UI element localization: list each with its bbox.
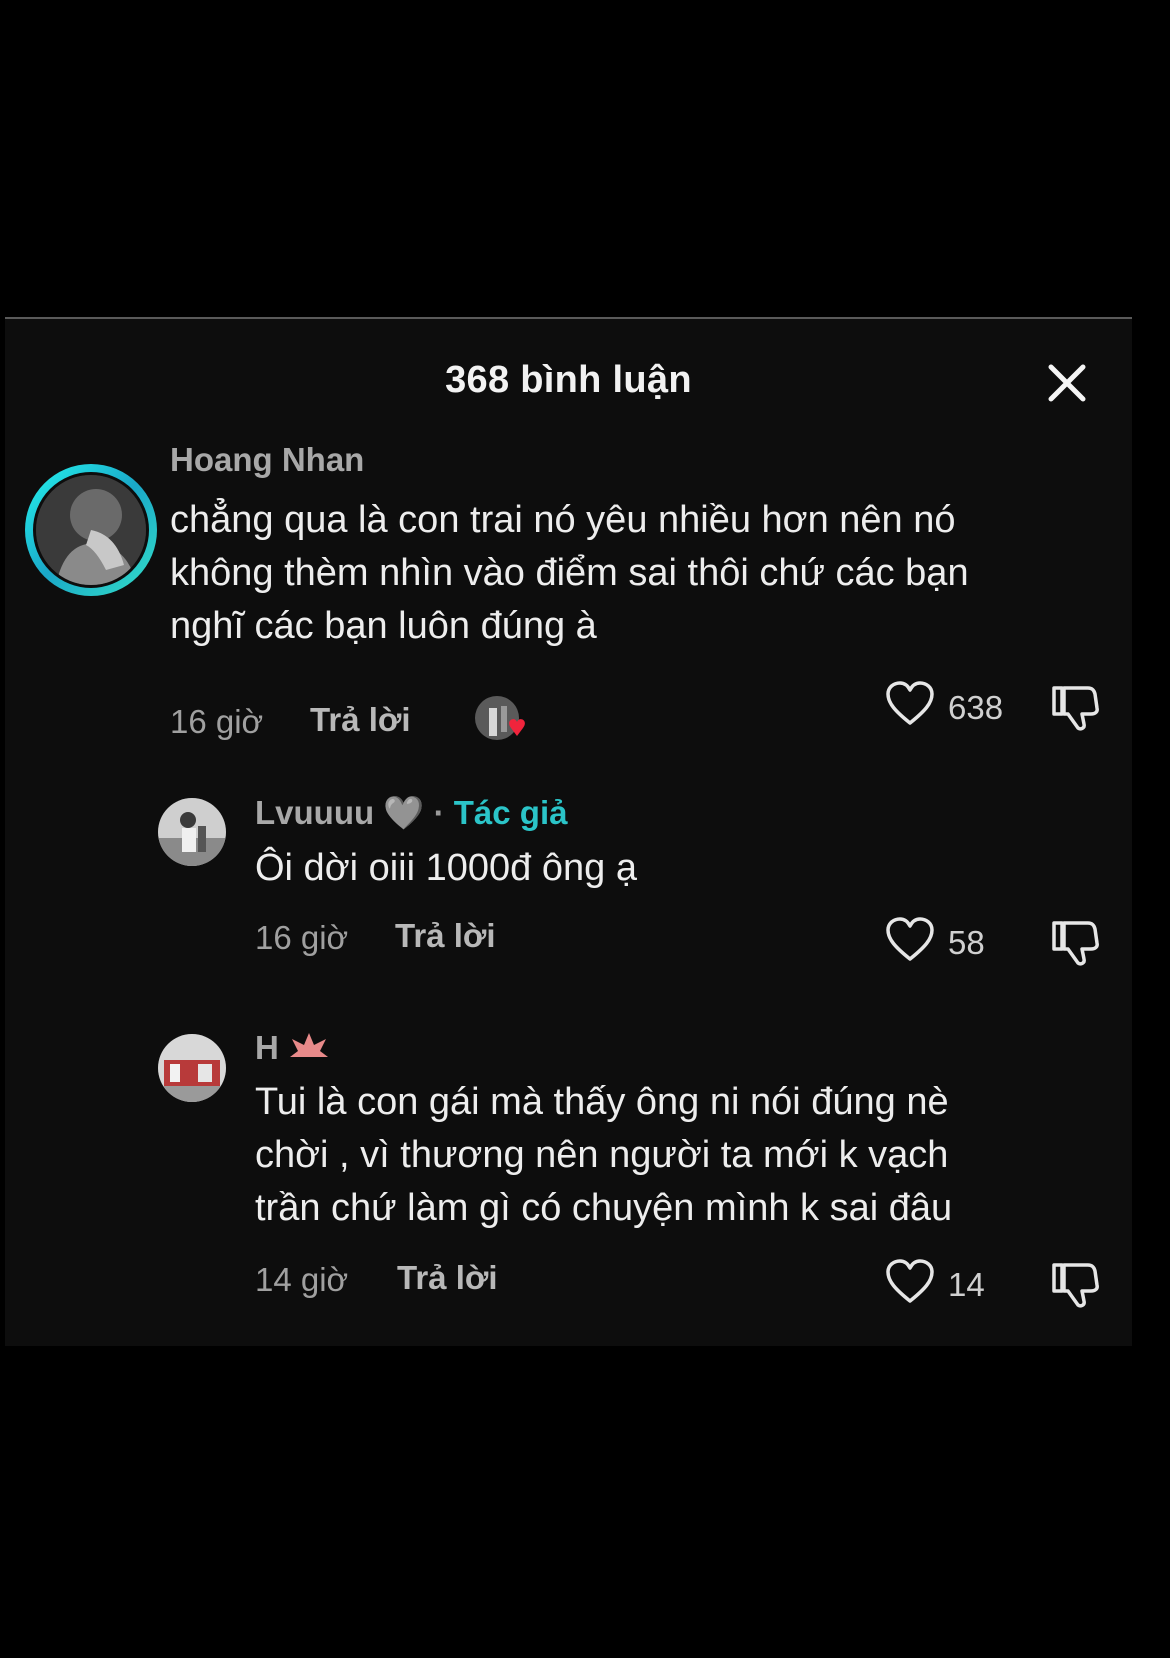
comment-time: 16 giờ bbox=[170, 703, 264, 740]
thumbs-down-icon bbox=[1052, 921, 1099, 966]
avatar[interactable] bbox=[33, 472, 149, 588]
thumbs-down-icon bbox=[1052, 1263, 1099, 1308]
reply-button[interactable]: Trả lời bbox=[395, 917, 496, 955]
reply-time: 16 giờ bbox=[255, 919, 349, 956]
like-count: 638 bbox=[948, 689, 1004, 726]
author-tag: Tác giả bbox=[453, 794, 568, 831]
reply-time: 14 giờ bbox=[255, 1261, 349, 1298]
reply-text: Tui là con gái mà thấy ông ni nói đúng n… bbox=[255, 1076, 952, 1235]
reply-text-line: chời , vì thương nên người ta mới k vạch bbox=[255, 1134, 949, 1176]
reply-button[interactable]: Trả lời bbox=[310, 701, 411, 739]
reply-button[interactable]: Trả lời bbox=[397, 1259, 498, 1297]
close-button[interactable] bbox=[1045, 361, 1089, 405]
reply-username-text[interactable]: H bbox=[255, 1029, 279, 1066]
heart-icon bbox=[886, 1259, 934, 1303]
reply-text-line: Ôi dời oiii 1000đ ông ạ bbox=[255, 847, 637, 889]
reply-text-line: trần chứ làm gì có chuyện mình k sai đâu bbox=[255, 1187, 953, 1229]
reply-username-text[interactable]: Lvuuuu bbox=[255, 794, 374, 831]
reply-username: Lvuuuu 🩶 · Tác giả bbox=[255, 794, 567, 833]
comment-text-line: chẳng qua là con trai nó yêu nhiều hơn n… bbox=[170, 499, 956, 541]
reply-username: H bbox=[255, 1029, 330, 1067]
close-icon bbox=[1048, 364, 1086, 402]
reply-text-line: Tui là con gái mà thấy ông ni nói đúng n… bbox=[255, 1081, 949, 1123]
dislike-button[interactable] bbox=[1050, 684, 1100, 737]
comments-title: 368 bình luận bbox=[445, 359, 692, 401]
like-button[interactable] bbox=[885, 917, 935, 968]
like-button[interactable] bbox=[885, 681, 935, 732]
separator-dot: · bbox=[433, 794, 445, 831]
dislike-button[interactable] bbox=[1050, 1261, 1100, 1314]
dislike-button[interactable] bbox=[1050, 919, 1100, 972]
grey-heart-badge: 🩶 bbox=[383, 794, 425, 831]
like-count: 58 bbox=[948, 924, 985, 961]
like-button[interactable] bbox=[885, 1259, 935, 1310]
comments-panel: 368 bình luận Hoang Nhan chẳng qua là co… bbox=[5, 317, 1132, 1346]
avatar[interactable] bbox=[158, 798, 226, 866]
like-count: 14 bbox=[948, 1266, 985, 1303]
comment-text-line: không thèm nhìn vào điểm sai thôi chứ cá… bbox=[170, 552, 969, 594]
thumbs-down-icon bbox=[1052, 686, 1099, 731]
heart-icon bbox=[886, 681, 934, 725]
lotus-icon bbox=[290, 1033, 329, 1057]
avatar[interactable] bbox=[158, 1034, 226, 1102]
creator-liked-badge bbox=[473, 694, 529, 746]
comment-text-line: nghĩ các bạn luôn đúng à bbox=[170, 605, 597, 647]
comment-username[interactable]: Hoang Nhan bbox=[170, 441, 364, 479]
heart-icon bbox=[886, 917, 934, 961]
reply-text: Ôi dời oiii 1000đ ông ạ bbox=[255, 842, 637, 895]
comment-text: chẳng qua là con trai nó yêu nhiều hơn n… bbox=[170, 494, 969, 653]
